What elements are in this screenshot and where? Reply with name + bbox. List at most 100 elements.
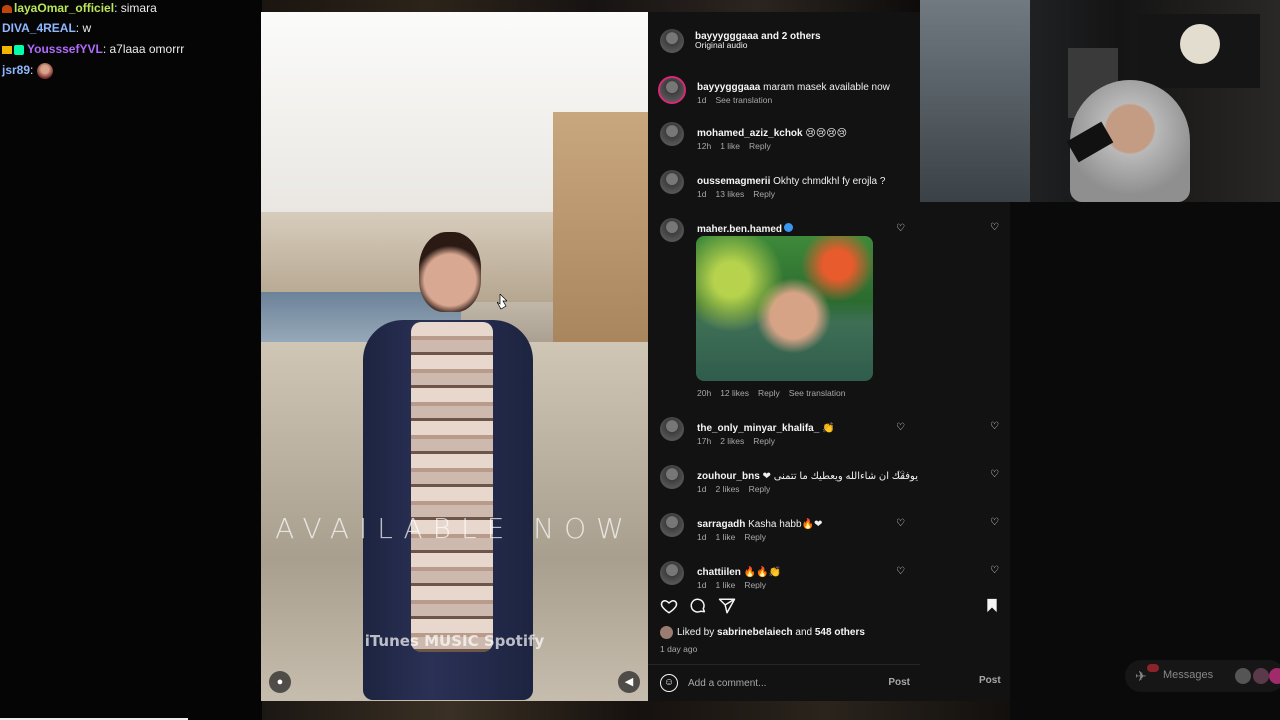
liked-by-count[interactable]: 548 others (815, 627, 865, 638)
video-wall (553, 112, 648, 362)
reply-button[interactable]: Reply (753, 436, 775, 446)
comment-time: 20h (697, 388, 712, 398)
streaming-stores-text: iTunes MUSIC Spotify (364, 632, 545, 650)
bookmark-icon[interactable] (984, 597, 1000, 614)
chat-username[interactable]: layaOmar_officiel (14, 1, 114, 15)
comment-likes[interactable]: 1 like (715, 580, 735, 589)
subscriber-badge-icon (14, 44, 24, 55)
comment-text: Okhty chmdkhl fy erojla ? (770, 176, 886, 187)
comment-text: 😢😢😢😢 (802, 128, 848, 139)
comment-gif-image[interactable] (696, 236, 873, 381)
avatar[interactable] (660, 122, 684, 146)
reply-button[interactable]: Reply (758, 388, 780, 398)
reel-video[interactable]: AVAILABLE NOW iTunes MUSIC Spotify ● ◀ (261, 12, 648, 701)
header-collaborators[interactable]: and 2 others (758, 31, 820, 42)
like-comment-heart-icon[interactable]: ♡ (990, 565, 999, 576)
like-comment-heart-icon[interactable]: ♡ (990, 421, 999, 432)
avatar[interactable] (660, 561, 684, 585)
chat-message: jsr89: (2, 62, 53, 79)
liked-by-username[interactable]: sabrinebelaiech (717, 627, 793, 638)
mute-toggle-icon[interactable]: ◀ (618, 671, 640, 693)
person-head (419, 232, 481, 312)
like-comment-heart-icon[interactable]: ♡ (896, 224, 906, 234)
avatar[interactable] (660, 29, 684, 53)
like-comment-heart-icon[interactable]: ♡ (990, 517, 999, 528)
reply-button[interactable]: Reply (753, 189, 775, 199)
avatar (1235, 668, 1251, 684)
like-comment-heart-icon[interactable]: ♡ (990, 469, 999, 480)
webcam-window (920, 0, 1030, 202)
messages-dock[interactable]: ✈ Messages (1125, 660, 1280, 692)
comment-username[interactable]: the_only_minyar_khalifa_ (697, 423, 819, 434)
background-dim-area (1010, 202, 1280, 720)
avatar[interactable] (660, 218, 684, 242)
chat-message: DIVA_4REAL: w (2, 20, 91, 36)
comment-username[interactable]: zouhour_bns (697, 471, 760, 482)
comment-text: 👏 (819, 423, 835, 434)
chat-username[interactable]: YousssefYVL (27, 42, 103, 56)
audio-label[interactable]: Original audio (695, 40, 747, 50)
add-comment-bar: ☺ Post (648, 664, 920, 701)
like-comment-heart-icon[interactable]: ♡ (896, 567, 906, 577)
share-send-icon[interactable] (718, 597, 736, 615)
avatar[interactable] (660, 170, 684, 194)
streamer-webcam (920, 0, 1280, 202)
emote-icon (36, 62, 53, 79)
comment-likes[interactable]: 13 likes (715, 189, 744, 199)
comment-bubble-icon[interactable] (689, 597, 707, 615)
reply-button[interactable]: Reply (749, 484, 771, 494)
chat-username[interactable]: DIVA_4REAL (2, 21, 76, 35)
comment-time: 1d (697, 580, 707, 589)
emoji-smile-icon[interactable]: ☺ (660, 674, 678, 692)
like-comment-heart-icon[interactable]: ♡ (896, 423, 906, 433)
comment-username[interactable]: oussemagmerii (697, 176, 770, 187)
avatar[interactable] (660, 417, 684, 441)
post-button[interactable]: Post (979, 675, 1001, 686)
see-translation-link[interactable]: See translation (789, 388, 846, 398)
user-tags-icon[interactable]: ● (269, 671, 291, 693)
comment-likes[interactable]: 2 likes (720, 436, 744, 446)
comment-time: 12h (697, 141, 712, 151)
like-comment-heart-icon[interactable]: ♡ (990, 222, 999, 233)
comment-username[interactable]: maher.ben.hamed (697, 224, 782, 235)
avatar[interactable] (660, 465, 684, 489)
comment-text: 🔥🔥👏 (740, 567, 782, 578)
comments-panel-extension (920, 202, 1010, 701)
crown-badge-icon (2, 4, 12, 13)
stream-chat: layaOmar_officiel: simara DIVA_4REAL: w … (0, 0, 262, 720)
comment-likes[interactable]: 2 likes (715, 484, 739, 494)
post-header: bayyygggaaa and 2 others Original audio (648, 26, 920, 53)
post-actions (660, 597, 910, 617)
comment-row: chattiilen 🔥🔥👏 ♡ 1d 1 like Reply (648, 559, 920, 589)
add-comment-input[interactable] (688, 673, 868, 693)
caption-username[interactable]: bayyygggaaa (697, 82, 760, 93)
comment-likes[interactable]: 1 like (715, 532, 735, 542)
avatar[interactable] (658, 76, 686, 104)
chat-text: simara (117, 1, 157, 15)
verified-badge-icon (784, 223, 794, 233)
comment-username[interactable]: mohamed_aziz_kchok (697, 128, 803, 139)
caption-text: maram masek available now (760, 82, 890, 93)
comment-time: 17h (697, 436, 712, 446)
chat-message: YousssefYVL: a7laaa omorrr (2, 41, 184, 57)
see-translation-link[interactable]: See translation (715, 95, 772, 105)
video-person (341, 232, 551, 701)
post-comment-button[interactable]: Post (888, 677, 910, 688)
like-comment-heart-icon[interactable]: ♡ (896, 519, 906, 529)
reply-button[interactable]: Reply (749, 141, 771, 151)
comment-likes[interactable]: 1 like (720, 141, 740, 151)
likes-summary: Liked by sabrinebelaiech and 548 others (660, 626, 865, 639)
comment-username[interactable]: chattiilen (697, 567, 741, 578)
reply-button[interactable]: Reply (744, 580, 766, 589)
skull-flag-icon (1180, 24, 1220, 64)
post-time: 1 day ago (660, 644, 698, 654)
avatar[interactable] (660, 626, 673, 639)
unread-badge (1147, 664, 1159, 672)
reply-button[interactable]: Reply (744, 532, 766, 542)
comment-username[interactable]: sarragadh (697, 519, 745, 530)
comment-likes[interactable]: 12 likes (720, 388, 749, 398)
chat-username[interactable]: jsr89 (2, 63, 30, 77)
like-heart-icon[interactable] (660, 597, 678, 615)
like-comment-heart-icon[interactable]: ♡ (896, 471, 906, 481)
avatar[interactable] (660, 513, 684, 537)
